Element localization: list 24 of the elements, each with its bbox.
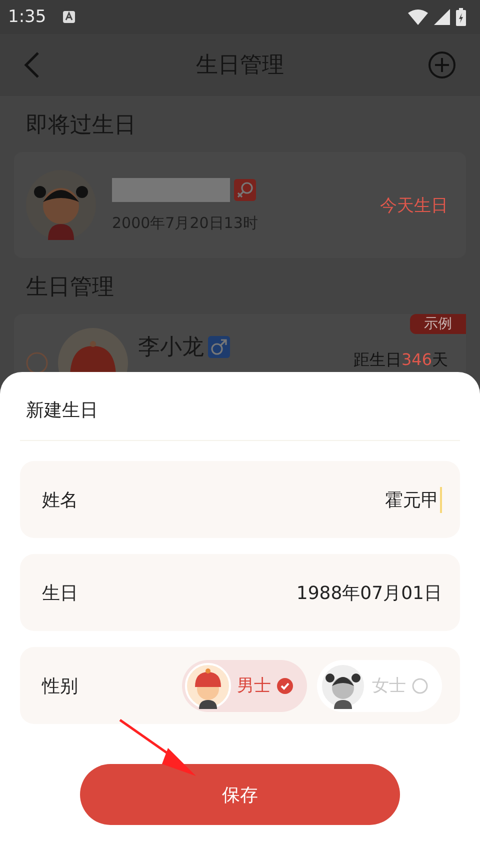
male-sign-icon (208, 336, 230, 358)
radio-icon (412, 678, 428, 694)
battery-icon (456, 8, 466, 26)
back-icon[interactable] (24, 51, 40, 79)
boy-avatar-icon (185, 662, 231, 708)
field-label: 性别 (42, 674, 78, 698)
status-time: 1:35 (8, 7, 46, 27)
birthday-status: 今天生日 (380, 194, 449, 216)
name-input-field[interactable]: 霍元甲 (385, 486, 442, 512)
sample-badge: 示例 (410, 314, 466, 334)
arrow-icon (118, 718, 198, 778)
add-icon[interactable] (428, 51, 456, 79)
keyboard-notification-icon (62, 10, 76, 24)
girl-avatar-icon (320, 662, 366, 708)
signal-icon (434, 9, 450, 25)
field-label: 生日 (42, 582, 78, 604)
gender-option[interactable]: 男士 (182, 660, 307, 712)
radio-icon[interactable] (26, 352, 48, 374)
save-button[interactable]: 保存 (80, 764, 400, 825)
field-label: 姓名 (42, 488, 78, 512)
date-picker-field[interactable]: 1988年07月01日 (296, 580, 442, 604)
wifi-icon (408, 9, 428, 25)
female-sign-icon (234, 178, 256, 200)
check-icon (277, 678, 293, 694)
